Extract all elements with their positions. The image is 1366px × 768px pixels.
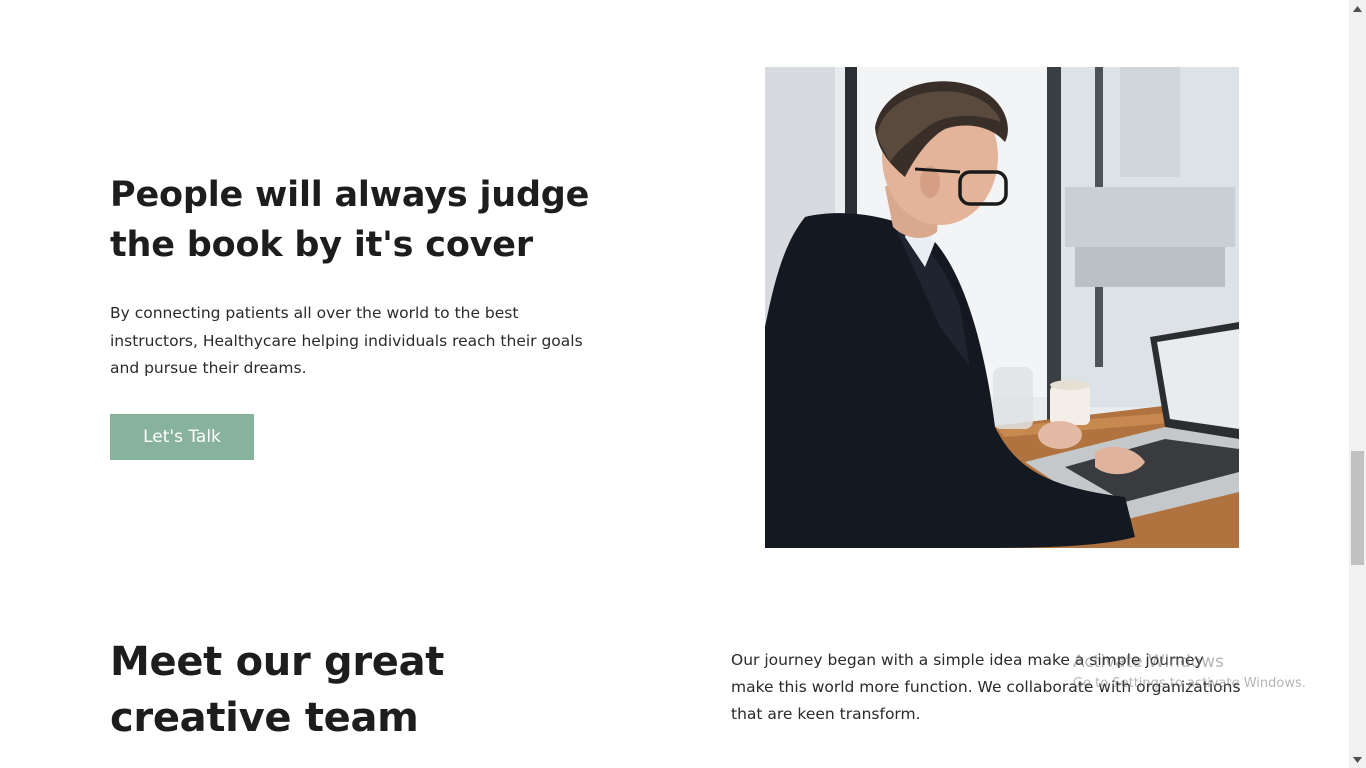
chevron-down-icon: [1353, 756, 1362, 763]
watermark-subtitle: Go to Settings to activate Windows.: [1073, 676, 1306, 691]
windows-activation-watermark: Activate Windows Go to Settings to activ…: [1073, 651, 1306, 695]
hero-photo: [765, 67, 1239, 548]
watermark-title: Activate Windows: [1073, 652, 1224, 672]
hero-description: By connecting patients all over the worl…: [110, 304, 583, 377]
hero-section: People will always judge the book by it'…: [110, 170, 630, 460]
scrollbar-thumb[interactable]: [1351, 451, 1364, 565]
page: People will always judge the book by it'…: [0, 0, 1349, 768]
lets-talk-button[interactable]: Let's Talk: [110, 413, 254, 460]
chevron-up-icon: [1353, 5, 1362, 12]
vertical-scrollbar[interactable]: [1349, 0, 1366, 768]
scroll-down-button[interactable]: [1349, 751, 1366, 768]
hero-title-line-2: the book by it's cover: [110, 225, 533, 265]
team-title-line-2: creative team: [110, 695, 419, 741]
team-title-line-1: Meet our great: [110, 639, 445, 685]
hero-title-line-1: People will always judge: [110, 175, 590, 215]
team-title: Meet our great creative team: [110, 634, 630, 746]
hero-title: People will always judge the book by it'…: [110, 170, 630, 270]
scroll-up-button[interactable]: [1349, 0, 1366, 17]
